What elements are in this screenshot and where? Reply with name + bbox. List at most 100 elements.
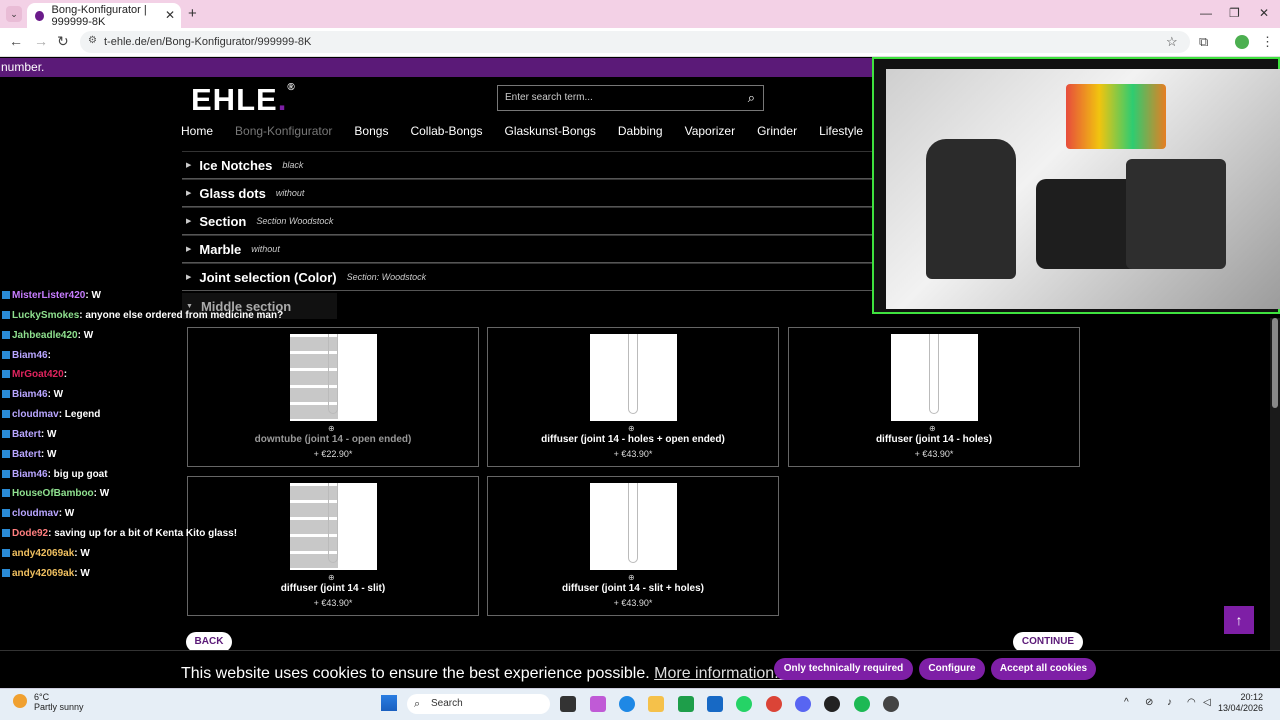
badge-icon: [2, 390, 10, 398]
chat-user: Dode92: [12, 528, 49, 539]
task-view-icon[interactable]: [560, 696, 576, 712]
option-card[interactable]: ⊕ diffuser (joint 14 - holes) + €43.90*: [788, 327, 1080, 467]
option-card[interactable]: ⊕ diffuser (joint 14 - slit) + €43.90*: [187, 476, 479, 616]
expand-arrow-icon: ▶: [186, 218, 192, 225]
site-info-icon[interactable]: ⚙: [88, 35, 97, 46]
nav-glaskunst-bongs[interactable]: Glaskunst-Bongs: [505, 124, 596, 138]
option-price: + €43.90*: [313, 598, 353, 608]
chat-user: Biam46: [12, 350, 48, 361]
chat-text: : saving up for a bit of Kenta Kito glas…: [48, 528, 238, 539]
option-card[interactable]: ⊕ downtube (joint 14 - open ended) + €22…: [187, 327, 479, 467]
continue-button[interactable]: CONTINUE: [1013, 632, 1083, 652]
badge-icon: [2, 291, 10, 299]
accordion-title: Glass dots: [199, 185, 266, 201]
cookie-message: This website uses cookies to ensure the …: [181, 665, 650, 682]
nav-bong-konfigurator[interactable]: Bong-Konfigurator: [235, 124, 332, 138]
forward-icon[interactable]: →: [34, 33, 48, 49]
site-logo[interactable]: EHLE.®: [191, 82, 296, 118]
excel-icon[interactable]: [678, 696, 694, 712]
back-button[interactable]: BACK: [186, 632, 232, 652]
chat-message: MrGoat420:: [2, 369, 67, 380]
option-name: diffuser (joint 14 - holes): [875, 434, 993, 445]
chat-message: Batert: W: [2, 449, 56, 460]
zoom-icon[interactable]: ⊕: [328, 424, 335, 433]
accordion-section[interactable]: ▶ Section Section Woodstock: [182, 207, 872, 235]
nav-vaporizer[interactable]: Vaporizer: [685, 124, 735, 138]
nav-collab-bongs[interactable]: Collab-Bongs: [410, 124, 482, 138]
new-tab-icon[interactable]: +: [188, 5, 197, 22]
bookmark-star-icon[interactable]: ☆: [1166, 34, 1178, 50]
explorer-icon[interactable]: [648, 696, 664, 712]
chat-user: andy42069ak: [12, 568, 75, 579]
browser-tab[interactable]: Bong-Konfigurator | 999999-8K ✕: [27, 3, 181, 28]
zoom-icon[interactable]: ⊕: [929, 424, 936, 433]
nav-home[interactable]: Home: [181, 124, 213, 138]
spotify-icon[interactable]: [854, 696, 870, 712]
chrome-icon[interactable]: [766, 696, 782, 712]
back-icon[interactable]: ←: [9, 33, 23, 49]
copilot-icon[interactable]: [590, 696, 606, 712]
restore-icon[interactable]: ❐: [1229, 6, 1240, 20]
nav-bongs[interactable]: Bongs: [354, 124, 388, 138]
zoom-icon[interactable]: ⊕: [628, 424, 635, 433]
scrollbar-thumb[interactable]: [1272, 318, 1278, 408]
badge-icon: [2, 311, 10, 319]
minimize-icon[interactable]: —: [1200, 6, 1212, 20]
accept-all-button[interactable]: Accept all cookies: [991, 658, 1096, 680]
option-card[interactable]: ⊕ diffuser (joint 14 - holes + open ende…: [487, 327, 779, 467]
weather-widget[interactable]: 6°C Partly sunny: [34, 692, 84, 712]
only-required-button[interactable]: Only technically required: [774, 658, 913, 680]
chat-user: LuckySmokes: [12, 310, 80, 321]
search-icon[interactable]: ⌕: [748, 86, 755, 110]
option-card[interactable]: ⊕ diffuser (joint 14 - slit + holes) + €…: [487, 476, 779, 616]
app-icon[interactable]: [883, 696, 899, 712]
mic-icon[interactable]: ♪: [1167, 697, 1172, 708]
chat-user: Jahbeadle420: [12, 330, 78, 341]
nav-grinder[interactable]: Grinder: [757, 124, 797, 138]
store-icon[interactable]: [707, 696, 723, 712]
profile-avatar[interactable]: [1235, 35, 1249, 49]
extensions-icon[interactable]: ⧉: [1199, 34, 1208, 50]
wifi-icon[interactable]: ◠: [1187, 697, 1196, 708]
clock[interactable]: 20:12 13/04/2026: [1218, 692, 1263, 714]
nav-lifestyle[interactable]: Lifestyle: [819, 124, 863, 138]
obs-icon[interactable]: [824, 696, 840, 712]
close-tab-icon[interactable]: ✕: [165, 8, 175, 22]
whatsapp-icon[interactable]: [736, 696, 752, 712]
zoom-icon[interactable]: ⊕: [328, 573, 335, 582]
start-button[interactable]: [381, 695, 397, 711]
chat-user: andy42069ak: [12, 548, 75, 559]
configure-button[interactable]: Configure: [919, 658, 985, 680]
accordion-value: Section Woodstock: [256, 216, 334, 226]
chat-user: cloudmav: [12, 508, 59, 519]
accordion-marble[interactable]: ▶ Marble without: [182, 235, 872, 263]
close-window-icon[interactable]: ✕: [1259, 6, 1269, 20]
chat-user: Biam46: [12, 469, 48, 480]
more-info-link[interactable]: More information...: [654, 665, 787, 682]
discord-icon[interactable]: [795, 696, 811, 712]
taskbar-search[interactable]: ⌕ Search: [407, 694, 550, 714]
nav-dabbing[interactable]: Dabbing: [618, 124, 663, 138]
accordion-glass-dots[interactable]: ▶ Glass dots without: [182, 179, 872, 207]
chat-message: Jahbeadle420: W: [2, 330, 93, 341]
volume-icon[interactable]: ◁: [1203, 697, 1211, 708]
tray-icon[interactable]: ⊘: [1145, 697, 1153, 708]
accordion-ice-notches[interactable]: ▶ Ice Notches black: [182, 151, 872, 179]
accordion-joint-selection[interactable]: ▶ Joint selection (Color) Section: Woodsto…: [182, 263, 872, 291]
reload-icon[interactable]: ↻: [57, 33, 69, 50]
option-price: + €43.90*: [613, 598, 653, 608]
address-bar[interactable]: ⚙ t-ehle.de/en/Bong-Konfigurator/999999-…: [80, 31, 1190, 53]
scroll-to-top-icon[interactable]: ↑: [1224, 606, 1254, 634]
search-input[interactable]: Enter search term... ⌕: [497, 85, 764, 111]
tray-chevron-icon[interactable]: ^: [1124, 697, 1129, 708]
product-image: [590, 483, 677, 570]
chat-text: : big up goat: [47, 469, 108, 480]
menu-dots-icon[interactable]: ⋮: [1261, 34, 1274, 50]
chat-text: : W: [85, 290, 101, 301]
tab-search-icon[interactable]: ⌄: [6, 6, 22, 22]
edge-icon[interactable]: [619, 696, 635, 712]
weather-icon[interactable]: [13, 694, 27, 708]
badge-icon: [2, 410, 10, 418]
chat-message: Biam46: W: [2, 389, 63, 400]
zoom-icon[interactable]: ⊕: [628, 573, 635, 582]
